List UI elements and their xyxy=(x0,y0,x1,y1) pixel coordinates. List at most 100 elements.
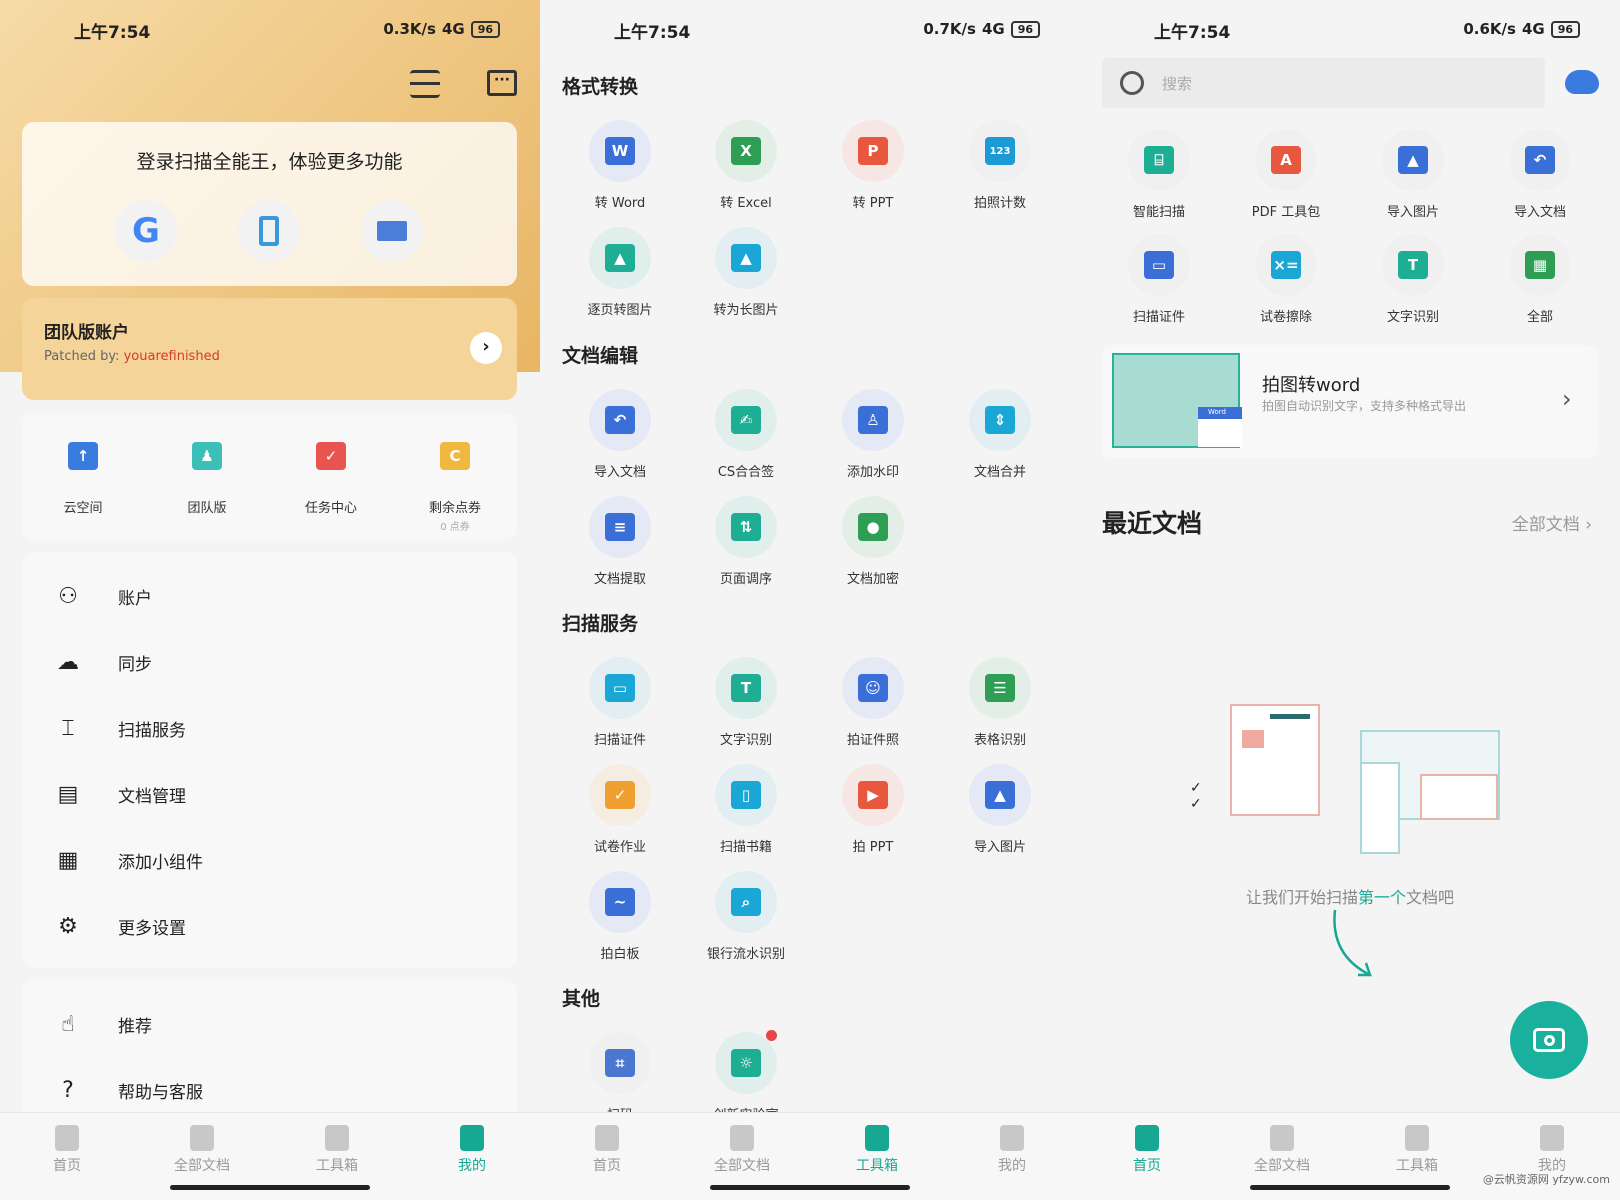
team-account-card[interactable]: 团队版账户 Patched by: youarefinished › xyxy=(22,298,517,400)
image-pages-icon: ▲ xyxy=(605,244,635,272)
nav-tab-home[interactable]: 首页 xyxy=(557,1119,657,1175)
tool-signature[interactable]: ✍ CS合合签 xyxy=(683,389,809,480)
tool-table[interactable]: ☰ 表格识别 xyxy=(937,657,1063,748)
tool-erase[interactable]: ×= 试卷擦除 xyxy=(1223,234,1349,325)
task-icon: ✓ xyxy=(316,442,346,470)
banner-illustration: Word xyxy=(1112,353,1242,448)
search-placeholder: 搜索 xyxy=(1162,74,1193,93)
tool-smart-scan[interactable]: ⌸ 智能扫描 xyxy=(1096,129,1222,220)
excel-icon: X xyxy=(731,137,761,165)
me-panel: 上午7:54 0.3K/s 4G 96 ··· 登录扫描全能王，体验更多功能 G 团… xyxy=(0,0,540,1200)
nav-tab-profile[interactable]: 我的 xyxy=(962,1119,1062,1175)
message-icon[interactable]: ··· xyxy=(487,70,517,96)
tool-lock[interactable]: ● 文档加密 xyxy=(810,496,936,587)
tool-label: 任务中心 xyxy=(304,501,357,516)
checkmark-icon: ✓ ✓ xyxy=(1190,780,1202,812)
tool-coupon[interactable]: C 剩余点券 0 点券 xyxy=(392,425,518,533)
tool-lab[interactable]: ☼创新实验室 xyxy=(683,1030,809,1123)
import-doc-icon: ↶ xyxy=(1525,146,1555,174)
nav-tab-documents[interactable]: 全部文档 xyxy=(692,1119,792,1175)
tool-id-card[interactable]: ▭ 扫描证件 xyxy=(1096,234,1222,325)
presentation-icon: ▶ xyxy=(858,781,888,809)
icon-circle: ☼ xyxy=(715,1030,777,1094)
tool-presentation[interactable]: ▶ 拍 PPT xyxy=(810,764,936,855)
tool-import-doc[interactable]: ↶ 导入文档 xyxy=(1477,129,1603,220)
icon-circle: ⇅ xyxy=(715,496,777,558)
gear-icon: ⚙ xyxy=(58,913,78,939)
icon-circle: ⌕ xyxy=(715,871,777,933)
table-icon: ☰ xyxy=(985,674,1015,702)
tool-merge[interactable]: ⇕ 文档合并 xyxy=(937,389,1063,480)
photo-to-word-banner[interactable]: Word 拍图转word 拍图自动识别文字，支持多种格式导出 › xyxy=(1102,345,1598,458)
search-input[interactable]: 搜索 xyxy=(1102,58,1545,108)
tool-exam[interactable]: ✓ 试卷作业 xyxy=(557,764,683,855)
menu-item-help[interactable]: ? 帮助与客服 xyxy=(22,1062,517,1118)
tool-import-image[interactable]: ▲ 导入图片 xyxy=(937,764,1063,855)
tool-cloud-upload[interactable]: ↑ 云空间 xyxy=(20,425,146,516)
tool-id-photo[interactable]: ☺ 拍证件照 xyxy=(810,657,936,748)
email-login-button[interactable] xyxy=(361,200,423,262)
nav-tab-home[interactable]: 首页 xyxy=(17,1119,117,1175)
phone-login-button[interactable] xyxy=(238,200,300,262)
tool-ocr[interactable]: T 文字识别 xyxy=(1350,234,1476,325)
tool-reorder[interactable]: ⇅ 页面调序 xyxy=(683,496,809,587)
tool-task[interactable]: ✓ 任务中心 xyxy=(268,425,394,516)
nav-tab-profile[interactable]: 我的 xyxy=(422,1119,522,1175)
all-docs-link[interactable]: 全部文档 › xyxy=(1512,510,1592,535)
icon-circle: ☰ xyxy=(969,657,1031,719)
long-image-icon: ▲ xyxy=(731,244,761,272)
menu-item-gear[interactable]: ⚙ 更多设置 xyxy=(22,898,517,954)
chevron-right-icon[interactable]: › xyxy=(470,332,502,364)
patched-label: Patched by: xyxy=(44,349,124,364)
tool-extract[interactable]: ≡ 文档提取 xyxy=(557,496,683,587)
tool-long-image[interactable]: ▲ 转为长图片 xyxy=(683,227,809,318)
icon-circle: X xyxy=(715,120,777,182)
tool-label: 文档提取 xyxy=(593,572,646,587)
tool-import-image[interactable]: ▲ 导入图片 xyxy=(1350,129,1476,220)
nav-tab-toolbox[interactable]: 工具箱 xyxy=(827,1119,927,1175)
scan-icon[interactable] xyxy=(410,70,440,98)
tool-pdf[interactable]: A PDF 工具包 xyxy=(1223,129,1349,220)
tool-whiteboard[interactable]: ~ 拍白板 xyxy=(557,871,683,962)
tool-image-pages[interactable]: ▲ 逐页转图片 xyxy=(557,227,683,318)
icon-circle: ▶ xyxy=(842,764,904,826)
nav-tab-home[interactable]: 首页 xyxy=(1097,1119,1197,1175)
import-image-icon: ▲ xyxy=(1398,146,1428,174)
tool-import-doc[interactable]: ↶ 导入文档 xyxy=(557,389,683,480)
google-login-button[interactable]: G xyxy=(115,200,177,262)
cloud-icon[interactable] xyxy=(1565,70,1599,94)
nav-tab-documents[interactable]: 全部文档 xyxy=(152,1119,252,1175)
tool-all-apps[interactable]: ▦ 全部 xyxy=(1477,234,1603,325)
menu-item-scan-text[interactable]: ⌶ 扫描服务 xyxy=(22,700,517,756)
status-time: 上午7:54 xyxy=(1154,23,1231,43)
nav-tab-toolbox[interactable]: 工具箱 xyxy=(287,1119,387,1175)
tool-word[interactable]: W 转 Word xyxy=(557,120,683,211)
icon-circle: ⇕ xyxy=(969,389,1031,451)
camera-button[interactable] xyxy=(1510,1001,1588,1079)
menu-item-widget[interactable]: ▦ 添加小组件 xyxy=(22,832,517,888)
menu-item-document[interactable]: ▤ 文档管理 xyxy=(22,766,517,822)
menu-item-user[interactable]: ⚇ 账户 xyxy=(22,568,517,624)
status-time: 上午7:54 xyxy=(74,23,151,43)
tool-ppt[interactable]: P 转 PPT xyxy=(810,120,936,211)
tool-label: 智能扫描 xyxy=(1132,205,1185,220)
tool-id-card[interactable]: ▭ 扫描证件 xyxy=(557,657,683,748)
tool-team-folder[interactable]: ♟ 团队版 xyxy=(144,425,270,516)
tool-bank-statement[interactable]: ⌕ 银行流水识别 xyxy=(683,871,809,962)
nav-tab-toolbox[interactable]: 工具箱 xyxy=(1367,1119,1467,1175)
nav-tab-profile[interactable]: 我的 xyxy=(1502,1119,1602,1175)
nav-tab-documents[interactable]: 全部文档 xyxy=(1232,1119,1332,1175)
nav-label: 首页 xyxy=(593,1158,621,1174)
tool-qr-scan[interactable]: ⌗扫码 xyxy=(557,1032,683,1123)
menu-item-thumb-up[interactable]: ☝ 推荐 xyxy=(22,996,517,1052)
tools-panel: 上午7:54 0.7K/s 4G 96 格式转换 W 转 Word X 转 Excel P 转 … xyxy=(540,0,1080,1200)
tool-count[interactable]: 123 拍照计数 xyxy=(937,120,1063,211)
icon-circle: ⌸ xyxy=(1128,129,1190,191)
tool-excel[interactable]: X 转 Excel xyxy=(683,120,809,211)
signal-icon: 4G xyxy=(441,20,465,38)
tool-ocr[interactable]: T 文字识别 xyxy=(683,657,809,748)
tool-book[interactable]: ▯ 扫描书籍 xyxy=(683,764,809,855)
menu-item-sync-cloud[interactable]: ☁ 同步 xyxy=(22,634,517,690)
home-panel: 上午7:54 0.6K/s 4G 96 搜索 ⌸ 智能扫描 A PDF 工具包 ▲ 导入图片 ↶… xyxy=(1080,0,1620,1200)
tool-stamp[interactable]: ♙ 添加水印 xyxy=(810,389,936,480)
